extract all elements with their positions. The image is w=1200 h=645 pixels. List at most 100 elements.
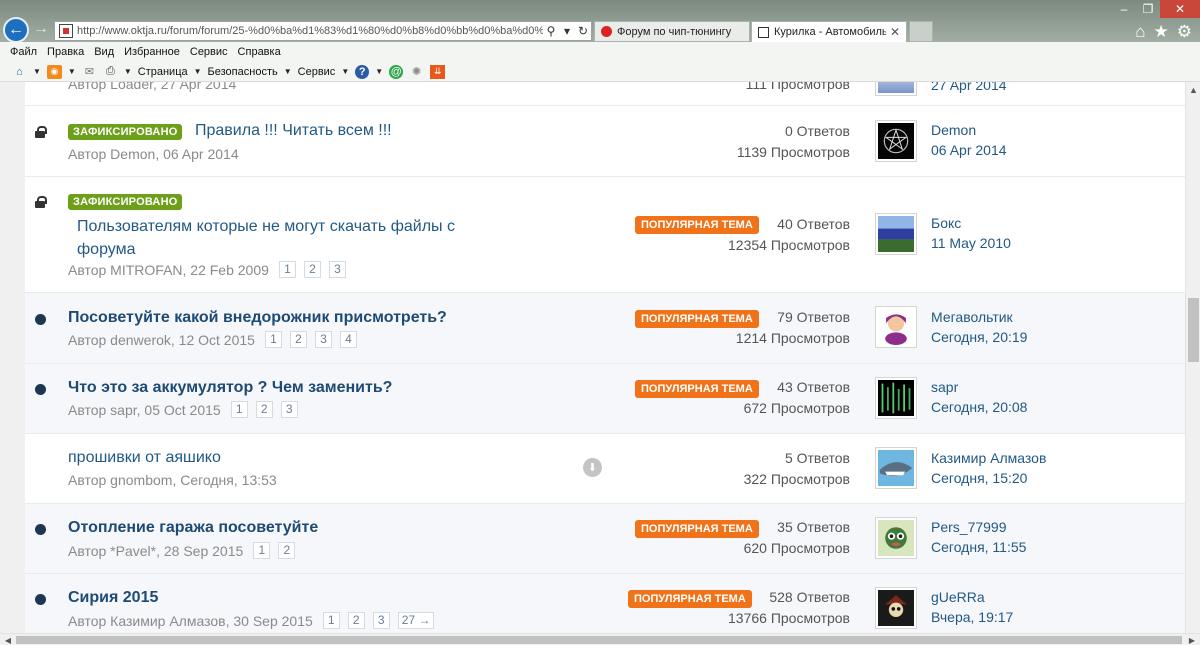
help-icon[interactable]: ? [355, 64, 370, 79]
address-bar[interactable]: http://www.oktja.ru/forum/forum/25-%d0%b… [54, 21, 592, 41]
address-url[interactable]: http://www.oktja.ru/forum/forum/25-%d0%b… [77, 25, 543, 37]
page-link[interactable]: 1 [322, 612, 340, 629]
page-link[interactable]: 2 [347, 612, 365, 629]
chevron-down-icon[interactable]: ▼ [124, 67, 132, 76]
tab-kurilka[interactable]: Курилка - Автомобильны... ✕ [751, 21, 907, 42]
lock-icon [33, 195, 47, 209]
new-tab-button[interactable] [909, 21, 933, 42]
page-link[interactable]: 4 [339, 331, 357, 348]
menu-file[interactable]: Файл [10, 46, 37, 58]
last-post-date[interactable]: 06 Apr 2014 [931, 140, 1007, 160]
maximize-icon[interactable]: ❐ [1136, 0, 1160, 18]
page-link[interactable]: 1 [264, 331, 282, 348]
topic-title-link[interactable]: Правила !!! Читать всем !!! [195, 122, 392, 140]
last-post-user[interactable]: gUeRRa [931, 587, 1013, 607]
page-link[interactable]: 3 [280, 401, 298, 418]
arrow-down-icon[interactable]: ⬇ [583, 458, 602, 477]
tab-chip-tuning[interactable]: Форум по чип-тюнингу [594, 21, 750, 42]
page-link[interactable]: 3 [314, 331, 332, 348]
addon-download-icon[interactable]: ⇊ [430, 64, 446, 79]
page-link[interactable]: 1 [230, 401, 248, 418]
home-icon[interactable]: ⌂ [1135, 22, 1145, 42]
page-link[interactable]: 2 [278, 542, 296, 559]
last-post-date[interactable]: 11 May 2010 [931, 233, 1011, 253]
scroll-left-icon[interactable]: ◀ [2, 634, 14, 645]
scrollbar-thumb[interactable] [16, 636, 1182, 644]
avatar[interactable] [875, 213, 917, 255]
topic-title-link[interactable]: Отопление гаража посоветуйте [68, 519, 318, 537]
last-post-user[interactable]: Demon [931, 120, 1007, 140]
menu-help[interactable]: Справка [238, 46, 281, 58]
last-post-user[interactable]: Бокс [931, 213, 1011, 233]
page-link[interactable]: 3 [372, 612, 390, 629]
page-link[interactable]: 2 [255, 401, 273, 418]
last-post-date[interactable]: Сегодня, 15:20 [931, 468, 1046, 488]
mail-icon[interactable]: ✉ [82, 65, 97, 79]
page-link[interactable]: 2 [289, 331, 307, 348]
horizontal-scrollbar[interactable]: ◀ ▶ [0, 633, 1200, 645]
unread-dot-icon[interactable] [33, 312, 47, 326]
page-menu[interactable]: Страница [138, 66, 188, 78]
last-post-date[interactable]: Сегодня, 20:19 [931, 327, 1027, 347]
avatar[interactable] [875, 517, 917, 559]
last-post-user[interactable]: Мегавольтик [931, 307, 1027, 327]
last-post-date[interactable]: Сегодня, 11:55 [931, 537, 1026, 557]
chevron-down-icon[interactable]: ▼ [341, 67, 349, 76]
topic-title-link[interactable]: Что это за аккумулятор ? Чем заменить? [68, 379, 392, 397]
last-post-user[interactable]: Казимир Алмазов [931, 448, 1046, 468]
settings-gear-icon[interactable]: ⚙ [1177, 22, 1192, 42]
addon-green-icon[interactable]: @ [389, 64, 404, 79]
topic-title-link[interactable]: Сирия 2015 [68, 589, 158, 607]
favorites-star-icon[interactable]: ★ [1154, 22, 1169, 42]
chevron-down-icon[interactable]: ▼ [33, 67, 41, 76]
page-link[interactable]: 3 [328, 261, 346, 278]
avatar[interactable] [875, 377, 917, 419]
last-post-date[interactable]: Вчера, 19:17 [931, 607, 1013, 627]
vertical-scrollbar[interactable]: ▲ [1185, 82, 1200, 633]
menu-favorites[interactable]: Избранное [124, 46, 180, 58]
scroll-right-icon[interactable]: ▶ [1186, 634, 1198, 645]
avatar[interactable] [875, 120, 917, 162]
refresh-icon[interactable]: ↻ [575, 24, 591, 38]
safety-menu[interactable]: Безопасность [208, 66, 278, 78]
minimize-icon[interactable]: – [1112, 0, 1136, 18]
forward-button[interactable]: → [31, 19, 51, 39]
chevron-down-icon[interactable]: ▼ [284, 67, 292, 76]
topic-row: ЗАФИКСИРОВАНО Пользователям которые не м… [25, 177, 1185, 293]
service-menu[interactable]: Сервис [298, 66, 336, 78]
dropdown-icon[interactable]: ▾ [559, 24, 575, 38]
scroll-up-icon[interactable]: ▲ [1186, 82, 1200, 97]
avatar[interactable] [875, 306, 917, 348]
last-post-user[interactable]: sapr [931, 377, 1027, 397]
chevron-down-icon[interactable]: ▼ [68, 67, 76, 76]
back-button[interactable]: ← [3, 17, 29, 43]
addon-gear-icon[interactable]: ✺ [409, 65, 424, 79]
print-icon[interactable]: ⎙ [103, 65, 118, 79]
menu-edit[interactable]: Правка [47, 46, 84, 58]
page-link[interactable]: 2 [303, 261, 321, 278]
rss-feed-icon[interactable]: ◉ [46, 64, 62, 79]
chevron-down-icon[interactable]: ▼ [375, 67, 383, 76]
avatar[interactable] [875, 82, 917, 96]
menu-view[interactable]: Вид [94, 46, 114, 58]
unread-dot-icon[interactable] [33, 382, 47, 396]
home-page-icon[interactable]: ⌂ [12, 65, 27, 79]
unread-dot-icon[interactable] [33, 522, 47, 536]
last-post-date[interactable]: Сегодня, 20:08 [931, 397, 1027, 417]
topic-title-link[interactable]: Пользователям которые не могут скачать ф… [77, 215, 455, 261]
last-post-user[interactable]: Pers_77999 [931, 517, 1026, 537]
menu-tools[interactable]: Сервис [190, 46, 228, 58]
avatar[interactable] [875, 447, 917, 489]
close-tab-icon[interactable]: ✕ [890, 25, 900, 39]
close-window-icon[interactable]: ✕ [1160, 0, 1200, 18]
page-link[interactable]: 27 → [397, 612, 435, 629]
page-link[interactable]: 1 [278, 261, 296, 278]
search-icon[interactable]: ⚲ [543, 24, 559, 38]
unread-dot-icon[interactable] [33, 592, 47, 606]
avatar[interactable] [875, 587, 917, 629]
topic-title-link[interactable]: прошивки от аяшико [68, 449, 221, 467]
scrollbar-thumb[interactable] [1188, 298, 1199, 362]
chevron-down-icon[interactable]: ▼ [194, 67, 202, 76]
topic-title-link[interactable]: Посоветуйте какой внедорожник присмотрет… [68, 309, 447, 327]
page-link[interactable]: 1 [253, 542, 271, 559]
